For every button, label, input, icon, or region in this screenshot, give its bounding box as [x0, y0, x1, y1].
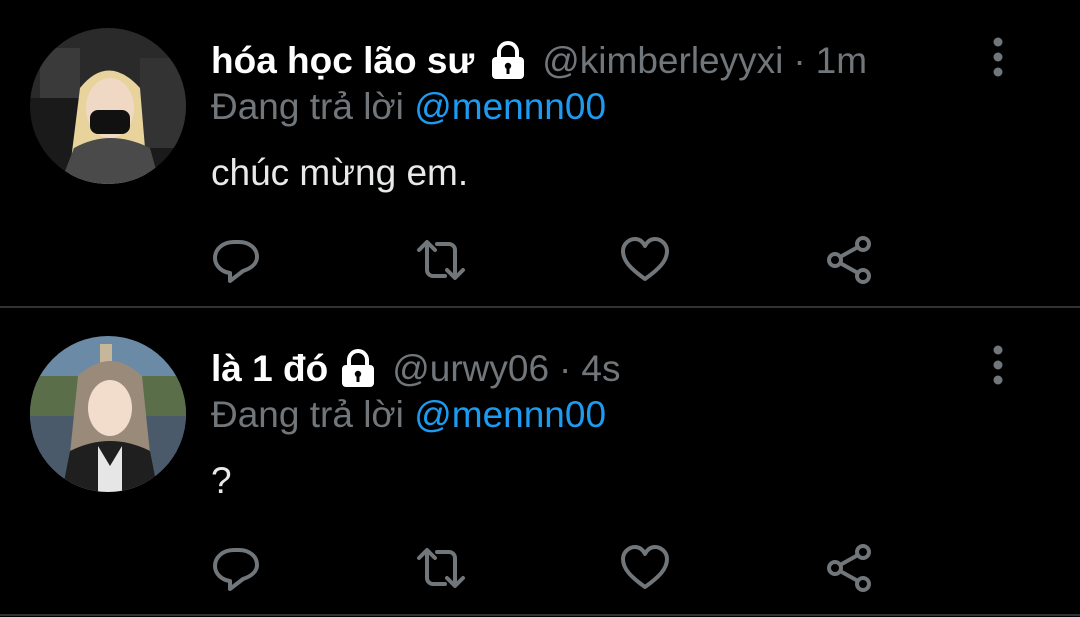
retweet-icon[interactable]: [413, 234, 465, 286]
like-icon[interactable]: [619, 234, 671, 286]
reply-mention[interactable]: @mennn00: [414, 86, 606, 127]
tweet-text: chúc mừng em.: [211, 152, 469, 193]
lock-icon: [488, 40, 528, 82]
user-handle[interactable]: @kimberleyyxi: [542, 40, 783, 82]
reply-prefix: Đang trả lời: [211, 394, 404, 435]
tweet[interactable]: hóa học lão sư @kimberleyyxi · 1m Đang t…: [0, 0, 1080, 306]
tweet-header: hóa học lão sư @kimberleyyxi · 1m: [211, 34, 867, 88]
more-vertical-icon[interactable]: [984, 344, 1012, 386]
share-icon[interactable]: [824, 542, 876, 594]
reply-icon[interactable]: [210, 234, 262, 286]
reply-context: Đang trả lời @mennn00: [211, 86, 606, 128]
separator-dot: ·: [559, 348, 572, 389]
retweet-icon[interactable]: [413, 542, 465, 594]
divider: [0, 614, 1080, 616]
display-name[interactable]: là 1 đó: [211, 348, 328, 390]
lock-icon: [338, 348, 378, 390]
separator-dot: ·: [793, 40, 806, 81]
timestamp[interactable]: 1m: [816, 40, 867, 82]
reply-mention[interactable]: @mennn00: [414, 394, 606, 435]
reply-prefix: Đang trả lời: [211, 86, 404, 127]
tweet-header: là 1 đó @urwy06 · 4s: [211, 342, 620, 396]
tweet-text: ?: [211, 460, 232, 501]
reply-context: Đang trả lời @mennn00: [211, 394, 606, 436]
timestamp[interactable]: 4s: [581, 348, 620, 390]
user-handle[interactable]: @urwy06: [392, 348, 549, 390]
reply-icon[interactable]: [210, 542, 262, 594]
display-name[interactable]: hóa học lão sư: [211, 40, 474, 82]
avatar[interactable]: [30, 336, 186, 492]
avatar[interactable]: [30, 28, 186, 184]
tweet[interactable]: là 1 đó @urwy06 · 4s Đang trả lời @mennn…: [0, 308, 1080, 614]
share-icon[interactable]: [824, 234, 876, 286]
more-vertical-icon[interactable]: [984, 36, 1012, 78]
like-icon[interactable]: [619, 542, 671, 594]
